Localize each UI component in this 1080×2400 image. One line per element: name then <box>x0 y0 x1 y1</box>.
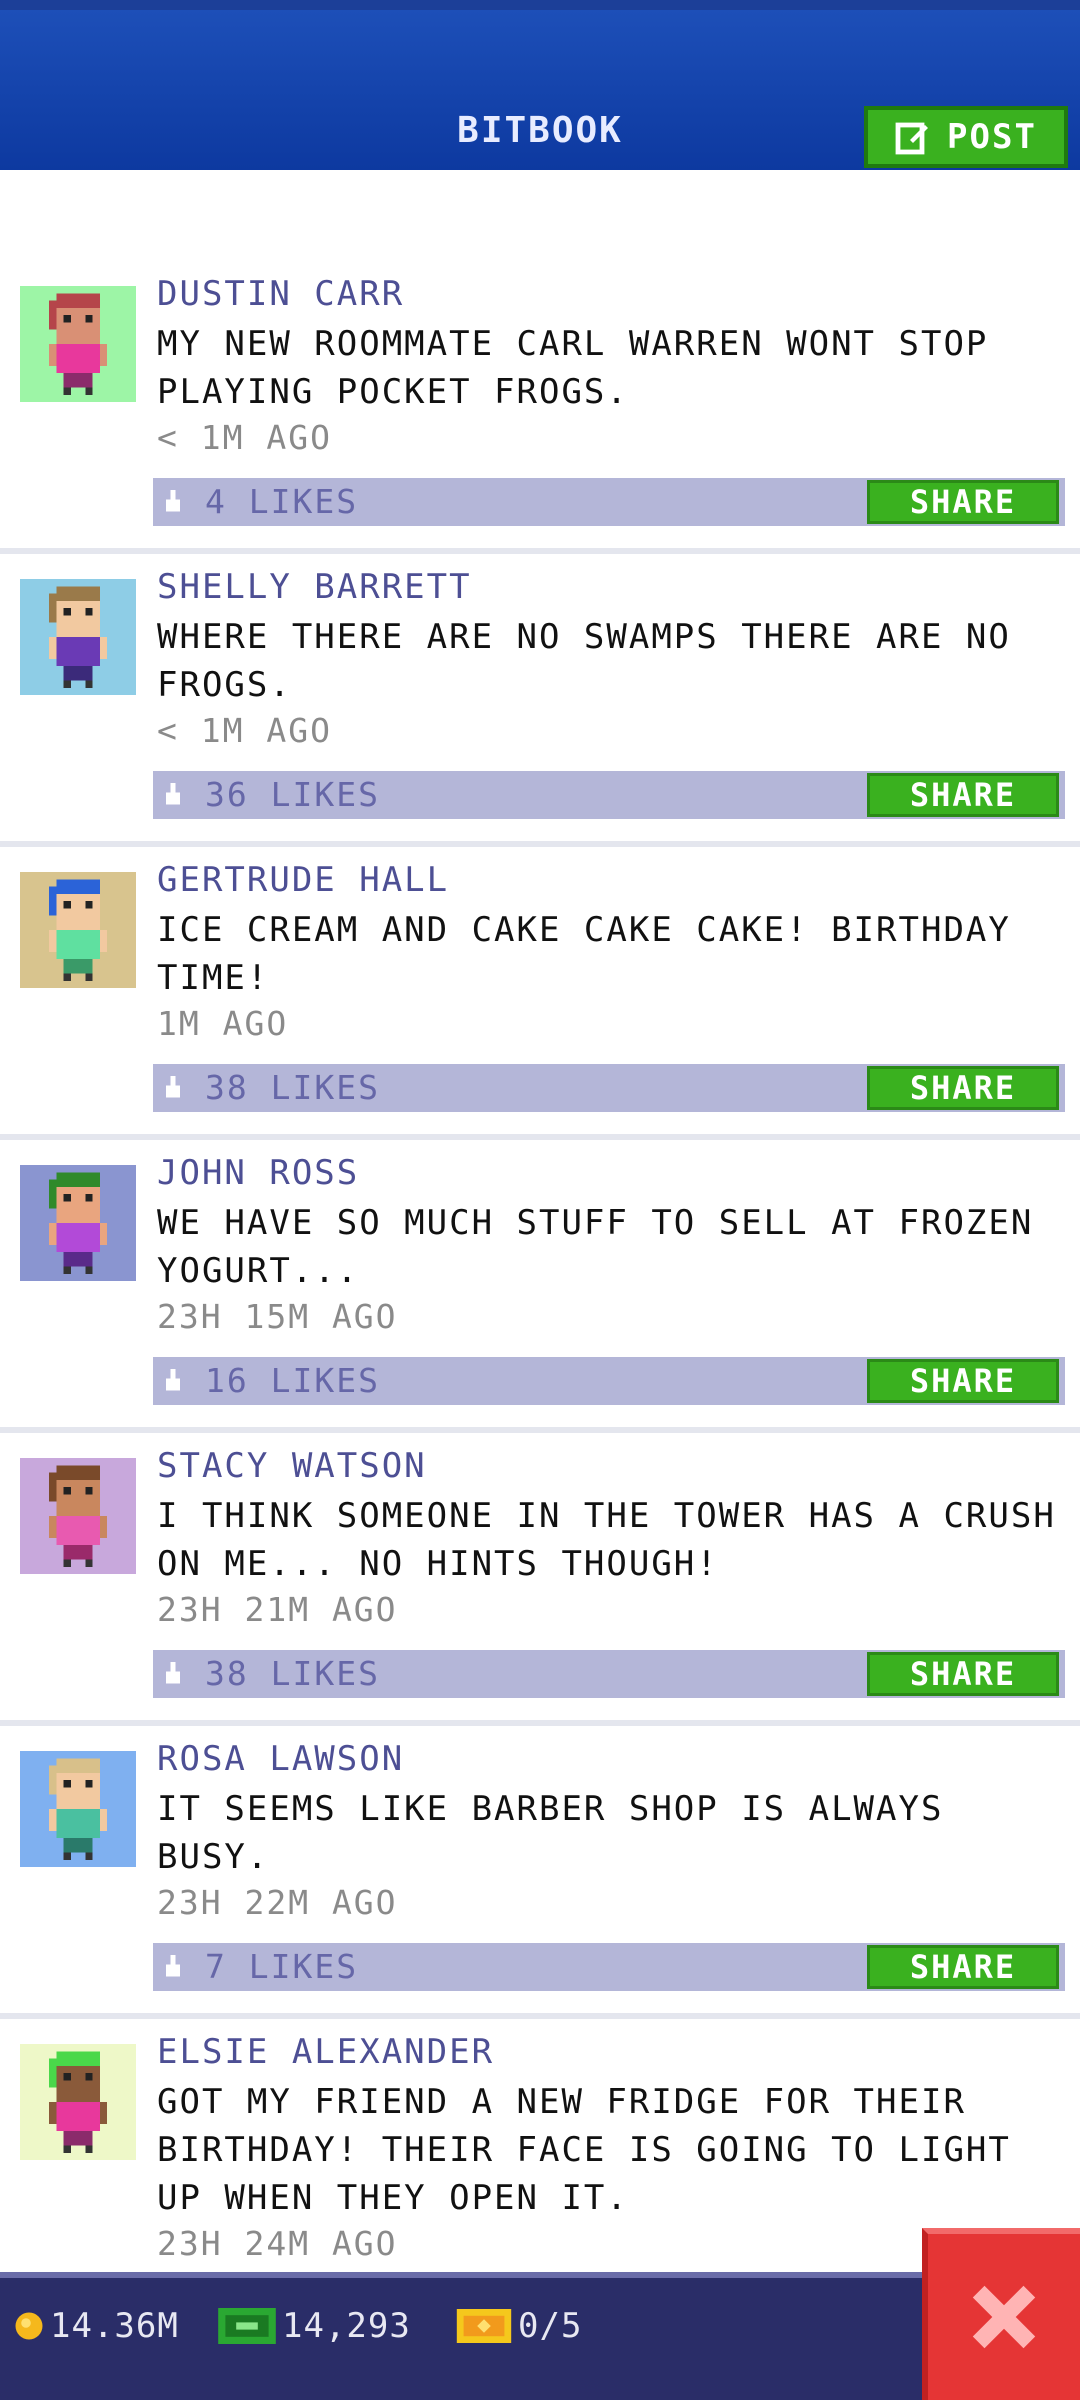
post-author-name[interactable]: ROSA LAWSON <box>157 1739 404 1779</box>
post-button-label: POST <box>947 117 1037 157</box>
post-text: WE HAVE SO MUCH STUFF TO SELL AT FROZEN … <box>157 1203 1034 1291</box>
post-timestamp: 23H 21M AGO <box>157 1590 398 1629</box>
likes-bar: 38 LIKES SHARE <box>153 1064 1065 1112</box>
compose-icon <box>895 122 929 155</box>
post-author-name[interactable]: SHELLY BARRETT <box>157 567 472 607</box>
post-button[interactable]: POST <box>864 106 1068 168</box>
likes-count: 7 LIKES <box>205 1947 359 1986</box>
likes-count: 4 LIKES <box>205 482 359 521</box>
ticket-icon <box>456 2309 512 2343</box>
likes-count: 36 LIKES <box>205 775 380 814</box>
post-author-name[interactable]: ELSIE ALEXANDER <box>157 2032 494 2072</box>
avatar[interactable] <box>20 1458 136 1574</box>
feed-post: JOHN ROSS WE HAVE SO MUCH STUFF TO SELL A… <box>0 1141 1080 1433</box>
bux-stat: 14,293 <box>218 2306 411 2346</box>
share-button[interactable]: SHARE <box>867 1945 1059 1989</box>
thumbs-up-icon[interactable] <box>163 1955 183 1979</box>
coins-value: 14.36M <box>50 2306 179 2346</box>
avatar[interactable] <box>20 1751 136 1867</box>
bux-icon <box>218 2308 276 2344</box>
post-author-name[interactable]: STACY WATSON <box>157 1446 427 1486</box>
tickets-stat: 0/5 <box>456 2306 582 2346</box>
thumbs-up-icon[interactable] <box>163 490 183 514</box>
avatar[interactable] <box>20 1165 136 1281</box>
post-timestamp: < 1M AGO <box>157 418 332 457</box>
tickets-value: 0/5 <box>518 2306 583 2346</box>
avatar[interactable] <box>20 286 136 402</box>
coins-stat: 14.36M <box>14 2306 179 2346</box>
likes-bar: 38 LIKES SHARE <box>153 1650 1065 1698</box>
avatar[interactable] <box>20 2044 136 2160</box>
feed-post: SHELLY BARRETT WHERE THERE ARE NO SWAMPS … <box>0 555 1080 847</box>
coin-icon <box>15 2312 43 2340</box>
post-text: WHERE THERE ARE NO SWAMPS THERE ARE NO F… <box>157 617 1011 705</box>
feed-post: ROSA LAWSON IT SEEMS LIKE BARBER SHOP IS … <box>0 1727 1080 2019</box>
post-timestamp: 23H 15M AGO <box>157 1297 398 1336</box>
post-timestamp: 23H 22M AGO <box>157 1883 398 1922</box>
post-author-name[interactable]: JOHN ROSS <box>157 1153 359 1193</box>
post-author-name[interactable]: DUSTIN CARR <box>157 274 404 314</box>
feed-post: DUSTIN CARR MY NEW ROOMMATE CARL WARREN W… <box>0 262 1080 554</box>
likes-count: 16 LIKES <box>205 1361 380 1400</box>
likes-bar: 36 LIKES SHARE <box>153 771 1065 819</box>
app-header: BITBOOK POST <box>0 0 1080 170</box>
post-text: ICE CREAM AND CAKE CAKE CAKE! BIRTHDAY T… <box>157 910 1011 998</box>
close-icon <box>972 2285 1036 2349</box>
post-text: MY NEW ROOMMATE CARL WARREN WONT STOP PL… <box>157 324 989 412</box>
post-timestamp: < 1M AGO <box>157 711 332 750</box>
post-text: IT SEEMS LIKE BARBER SHOP IS ALWAYS BUSY… <box>157 1789 944 1877</box>
close-button[interactable] <box>922 2228 1080 2400</box>
avatar[interactable] <box>20 579 136 695</box>
post-timestamp: 23H 24M AGO <box>157 2224 398 2263</box>
feed-post: STACY WATSON I THINK SOMEONE IN THE TOWER… <box>0 1434 1080 1726</box>
post-author-name[interactable]: GERTRUDE HALL <box>157 860 449 900</box>
likes-bar: 7 LIKES SHARE <box>153 1943 1065 1991</box>
post-text: I THINK SOMEONE IN THE TOWER HAS A CRUSH… <box>157 1496 1056 1584</box>
share-button[interactable]: SHARE <box>867 1652 1059 1696</box>
thumbs-up-icon[interactable] <box>163 1662 183 1686</box>
status-bar: 14.36M 14,293 0/5 <box>0 2272 1080 2400</box>
share-button[interactable]: SHARE <box>867 1359 1059 1403</box>
share-button[interactable]: SHARE <box>867 480 1059 524</box>
post-text: GOT MY FRIEND A NEW FRIDGE FOR THEIR BIR… <box>157 2082 1011 2218</box>
share-button[interactable]: SHARE <box>867 773 1059 817</box>
feed-post: ELSIE ALEXANDER GOT MY FRIEND A NEW FRIDG… <box>0 2020 1080 2270</box>
thumbs-up-icon[interactable] <box>163 783 183 807</box>
thumbs-up-icon[interactable] <box>163 1076 183 1100</box>
likes-bar: 4 LIKES SHARE <box>153 478 1065 526</box>
feed-post: GERTRUDE HALL ICE CREAM AND CAKE CAKE CAK… <box>0 848 1080 1140</box>
avatar[interactable] <box>20 872 136 988</box>
likes-count: 38 LIKES <box>205 1654 380 1693</box>
share-button[interactable]: SHARE <box>867 1066 1059 1110</box>
likes-bar: 16 LIKES SHARE <box>153 1357 1065 1405</box>
feed-list: DUSTIN CARR MY NEW ROOMMATE CARL WARREN W… <box>0 170 1080 2270</box>
bux-value: 14,293 <box>282 2306 411 2346</box>
post-timestamp: 1M AGO <box>157 1004 289 1043</box>
thumbs-up-icon[interactable] <box>163 1369 183 1393</box>
likes-count: 38 LIKES <box>205 1068 380 1107</box>
